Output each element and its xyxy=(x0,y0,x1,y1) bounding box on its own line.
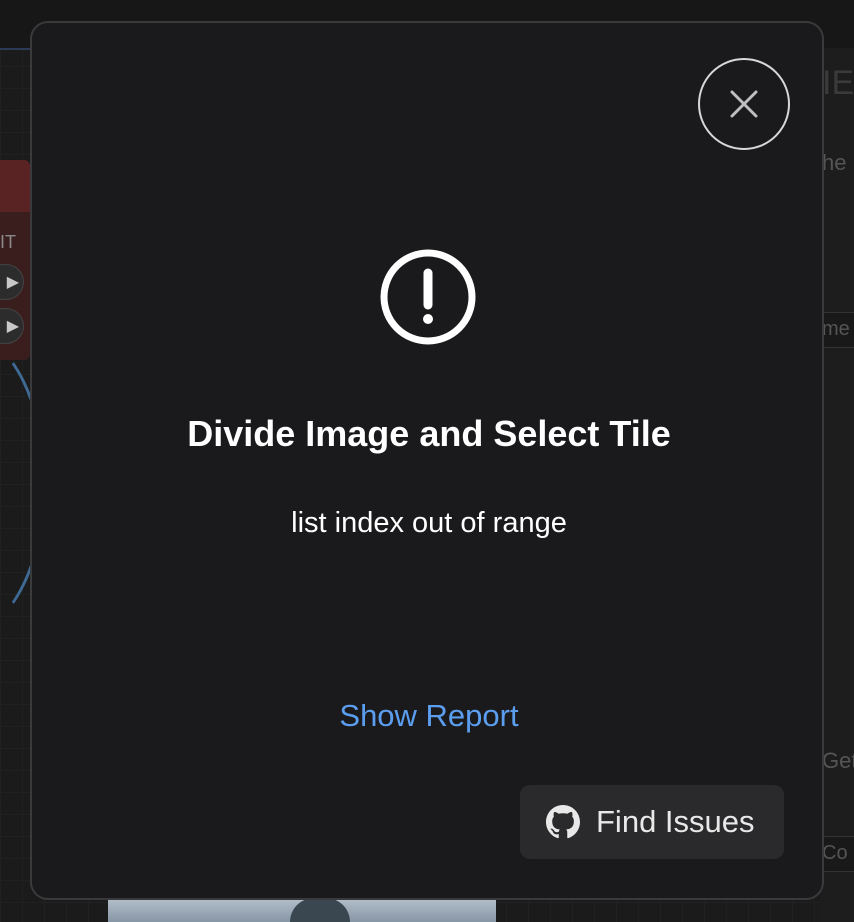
exclamation-circle-icon xyxy=(380,249,476,345)
right-panel-text: Get xyxy=(822,748,854,773)
close-icon xyxy=(730,90,758,118)
dialog-title: Divide Image and Select Tile xyxy=(187,413,671,454)
find-issues-button[interactable]: Find Issues xyxy=(520,785,784,859)
graph-node-header xyxy=(0,160,30,212)
right-panel-text: me xyxy=(822,318,850,340)
right-panel-text: IE xyxy=(822,64,854,102)
right-panel xyxy=(820,48,854,922)
find-issues-label: Find Issues xyxy=(596,804,755,839)
github-icon xyxy=(546,805,580,839)
node-label: IT xyxy=(0,232,16,252)
error-message: list index out of range xyxy=(291,507,567,539)
show-report-link[interactable]: Show Report xyxy=(32,698,826,734)
error-dialog: Divide Image and Select Tile list index … xyxy=(30,21,824,900)
right-panel-text: he xyxy=(822,150,847,175)
right-panel-text: Co xyxy=(822,842,848,864)
close-button[interactable] xyxy=(698,58,790,150)
